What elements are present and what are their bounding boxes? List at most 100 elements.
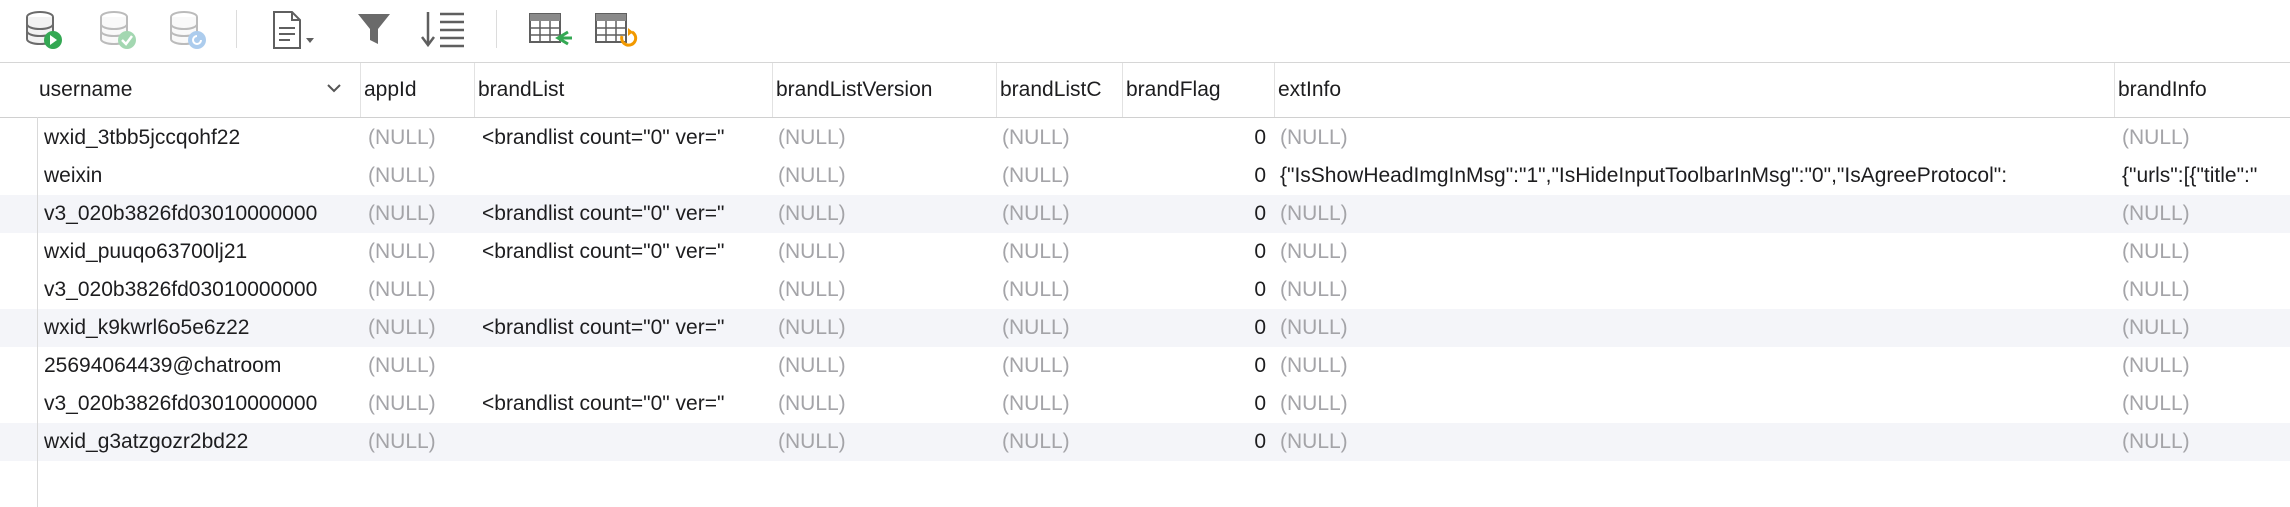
column-header-label: username xyxy=(39,78,133,101)
cell-username[interactable]: v3_020b3826fd03010000000 xyxy=(38,271,360,309)
cell-username[interactable]: 25694064439@chatroom xyxy=(38,347,360,385)
cell-brandListC[interactable]: (NULL) xyxy=(996,309,1122,347)
column-header-brandFlag[interactable]: brandFlag xyxy=(1122,63,1274,117)
cell-brandFlag[interactable]: 0 xyxy=(1122,119,1274,157)
cell-brandList[interactable]: <brandlist count="0" ver=" xyxy=(476,309,771,347)
cell-brandFlag[interactable]: 0 xyxy=(1122,309,1274,347)
cell-brandInfo[interactable]: (NULL) xyxy=(2116,423,2290,461)
results-grid[interactable]: username appId brandList brandListVersio… xyxy=(0,62,2290,507)
chevron-down-icon[interactable] xyxy=(326,82,342,94)
table-row[interactable]: 25694064439@chatroom (NULL) (NULL) (NULL) 0(… xyxy=(0,347,2290,385)
cell-brandListVersion[interactable]: (NULL) xyxy=(772,385,996,423)
cell-brandListC[interactable]: (NULL) xyxy=(996,119,1122,157)
cell-brandListVersion[interactable]: (NULL) xyxy=(772,157,996,195)
cell-brandList[interactable]: <brandlist count="0" ver=" xyxy=(476,119,771,157)
cell-username[interactable]: wxid_k9kwrl6o5e6z22 xyxy=(38,309,360,347)
cell-brandList[interactable]: <brandlist count="0" ver=" xyxy=(476,233,771,271)
cell-brandInfo[interactable]: (NULL) xyxy=(2116,119,2290,157)
cell-extInfo[interactable]: (NULL) xyxy=(1274,309,2116,347)
cell-brandListC[interactable]: (NULL) xyxy=(996,233,1122,271)
cell-brandList[interactable]: <brandlist count="0" ver=" xyxy=(476,195,771,233)
table-row[interactable]: v3_020b3826fd03010000000 (NULL) (NULL) (NUL… xyxy=(0,271,2290,309)
cell-brandInfo[interactable]: (NULL) xyxy=(2116,347,2290,385)
cell-brandFlag[interactable]: 0 xyxy=(1122,157,1274,195)
column-header-brandListVersion[interactable]: brandListVersion xyxy=(772,63,996,117)
cell-brandInfo[interactable]: (NULL) xyxy=(2116,385,2290,423)
cell-username[interactable]: v3_020b3826fd03010000000 xyxy=(38,385,360,423)
cell-brandFlag[interactable]: 0 xyxy=(1122,385,1274,423)
table-row[interactable]: v3_020b3826fd03010000000 (NULL) <brandlist… xyxy=(0,385,2290,423)
cell-extInfo[interactable]: (NULL) xyxy=(1274,423,2116,461)
cell-username[interactable]: wxid_3tbb5jccqohf22 xyxy=(38,119,360,157)
cell-appId[interactable]: (NULL) xyxy=(362,309,476,347)
cell-appId[interactable]: (NULL) xyxy=(362,423,476,461)
cell-brandListVersion[interactable]: (NULL) xyxy=(772,423,996,461)
cell-brandListVersion[interactable]: (NULL) xyxy=(772,271,996,309)
cell-username[interactable]: wxid_puuqo63700lj21 xyxy=(38,233,360,271)
refresh-table-button[interactable] xyxy=(592,8,640,52)
table-row[interactable]: wxid_g3atzgozr2bd22 (NULL) (NULL) (NULL) 0 (N… xyxy=(0,423,2290,461)
cell-brandList[interactable] xyxy=(476,347,771,385)
filter-button[interactable] xyxy=(354,8,402,52)
cell-appId[interactable]: (NULL) xyxy=(362,195,476,233)
cell-brandInfo[interactable]: (NULL) xyxy=(2116,309,2290,347)
cell-extInfo[interactable]: (NULL) xyxy=(1274,271,2116,309)
cell-brandFlag[interactable]: 0 xyxy=(1122,271,1274,309)
cell-brandList[interactable]: <brandlist count="0" ver=" xyxy=(476,385,771,423)
cell-appId[interactable]: (NULL) xyxy=(362,385,476,423)
cell-appId[interactable]: (NULL) xyxy=(362,157,476,195)
column-header-brandList[interactable]: brandList xyxy=(474,63,772,117)
cell-brandFlag[interactable]: 0 xyxy=(1122,347,1274,385)
sort-button[interactable] xyxy=(420,8,468,52)
table-row[interactable]: wxid_3tbb5jccqohf22 (NULL) <brandlist coun… xyxy=(0,119,2290,157)
cell-brandList[interactable] xyxy=(476,271,771,309)
cell-brandInfo[interactable]: {"urls":[{"title":" xyxy=(2116,157,2290,195)
cell-username[interactable]: v3_020b3826fd03010000000 xyxy=(38,195,360,233)
cell-brandFlag[interactable]: 0 xyxy=(1122,195,1274,233)
cell-brandListVersion[interactable]: (NULL) xyxy=(772,195,996,233)
cell-extInfo[interactable]: (NULL) xyxy=(1274,385,2116,423)
table-row[interactable]: weixin (NULL) (NULL) (NULL) 0 {"IsShowHeadImg… xyxy=(0,157,2290,195)
cell-brandInfo[interactable]: (NULL) xyxy=(2116,195,2290,233)
column-header-brandInfo[interactable]: brandInfo xyxy=(2114,63,2290,117)
cell-extInfo[interactable]: (NULL) xyxy=(1274,347,2116,385)
table-row[interactable]: wxid_puuqo63700lj21 (NULL) <brandlist coun… xyxy=(0,233,2290,271)
cell-brandFlag[interactable]: 0 xyxy=(1122,423,1274,461)
cell-extInfo[interactable]: (NULL) xyxy=(1274,233,2116,271)
cell-brandListC[interactable]: (NULL) xyxy=(996,423,1122,461)
cell-brandListC[interactable]: (NULL) xyxy=(996,157,1122,195)
cell-appId[interactable]: (NULL) xyxy=(362,119,476,157)
cell-brandListC[interactable]: (NULL) xyxy=(996,271,1122,309)
commit-button[interactable] xyxy=(94,8,142,52)
cell-brandListVersion[interactable]: (NULL) xyxy=(772,309,996,347)
column-header-appId[interactable]: appId xyxy=(360,63,476,117)
column-header-username[interactable]: username xyxy=(36,63,362,117)
cell-extInfo[interactable]: (NULL) xyxy=(1274,195,2116,233)
cell-brandListVersion[interactable]: (NULL) xyxy=(772,119,996,157)
column-header-brandListC[interactable]: brandListC xyxy=(996,63,1122,117)
cell-brandInfo[interactable]: (NULL) xyxy=(2116,233,2290,271)
cell-brandListVersion[interactable]: (NULL) xyxy=(772,347,996,385)
run-query-button[interactable] xyxy=(20,8,68,52)
table-row[interactable]: wxid_k9kwrl6o5e6z22 (NULL) <brandlist coun… xyxy=(0,309,2290,347)
cell-appId[interactable]: (NULL) xyxy=(362,271,476,309)
cell-brandFlag[interactable]: 0 xyxy=(1122,233,1274,271)
cell-brandList[interactable] xyxy=(476,157,771,195)
cell-brandListC[interactable]: (NULL) xyxy=(996,347,1122,385)
cell-username[interactable]: wxid_g3atzgozr2bd22 xyxy=(38,423,360,461)
cell-brandListC[interactable]: (NULL) xyxy=(996,385,1122,423)
cell-brandInfo[interactable]: (NULL) xyxy=(2116,271,2290,309)
cell-appId[interactable]: (NULL) xyxy=(362,233,476,271)
table-row[interactable]: v3_020b3826fd03010000000 (NULL) <brandlist… xyxy=(0,195,2290,233)
cell-extInfo[interactable]: {"IsShowHeadImgInMsg":"1","IsHideInputTo… xyxy=(1274,157,2116,195)
cell-brandList[interactable] xyxy=(476,423,771,461)
export-button[interactable] xyxy=(268,8,316,52)
cell-brandListC[interactable]: (NULL) xyxy=(996,195,1122,233)
rollback-button[interactable] xyxy=(164,8,212,52)
cell-brandListVersion[interactable]: (NULL) xyxy=(772,233,996,271)
import-table-button[interactable] xyxy=(526,8,574,52)
cell-appId[interactable]: (NULL) xyxy=(362,347,476,385)
cell-extInfo[interactable]: (NULL) xyxy=(1274,119,2116,157)
column-header-extInfo[interactable]: extInfo xyxy=(1274,63,2116,117)
cell-username[interactable]: weixin xyxy=(38,157,360,195)
